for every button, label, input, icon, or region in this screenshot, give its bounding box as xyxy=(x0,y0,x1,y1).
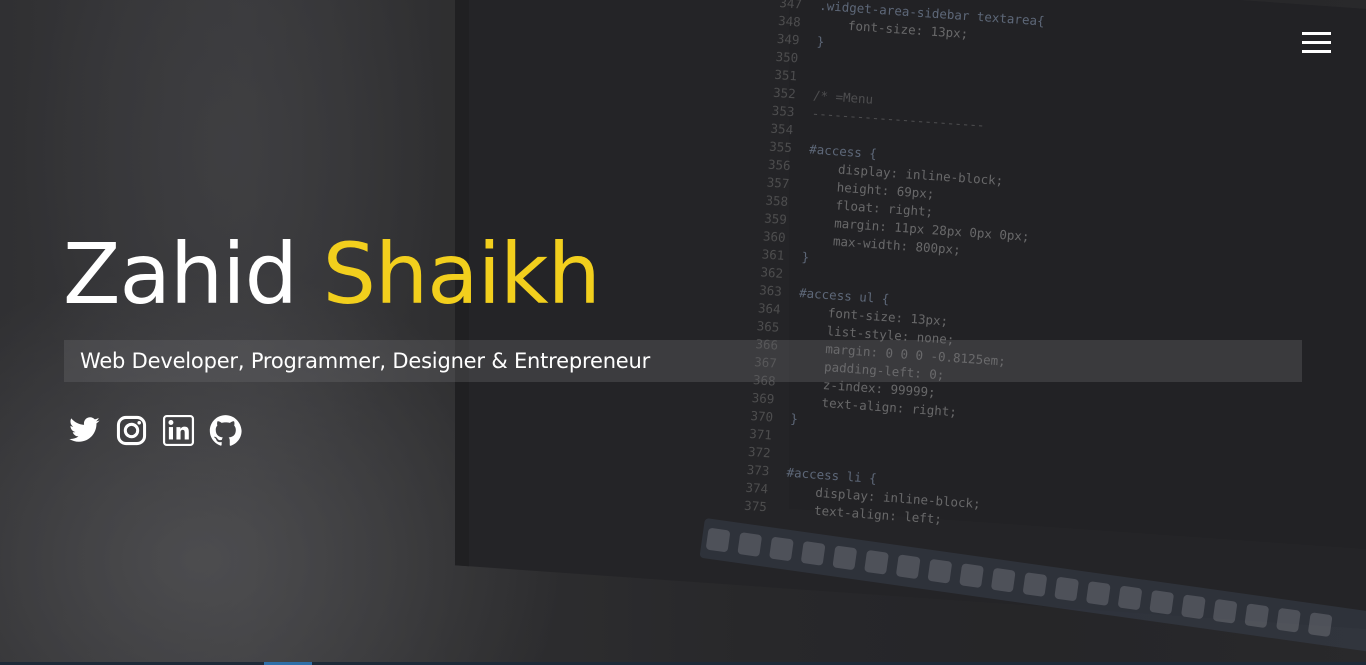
dark-overlay xyxy=(0,0,1366,665)
github-icon[interactable] xyxy=(209,414,242,447)
tagline-bar: Web Developer, Programmer, Designer & En… xyxy=(64,340,1302,382)
first-name: Zahid xyxy=(63,225,298,323)
instagram-icon[interactable] xyxy=(115,414,148,447)
hamburger-menu-icon[interactable] xyxy=(1302,32,1332,54)
twitter-icon[interactable] xyxy=(68,414,101,447)
tagline: Web Developer, Programmer, Designer & En… xyxy=(80,349,651,373)
linkedin-icon[interactable] xyxy=(162,414,195,447)
last-name: Shaikh xyxy=(322,225,601,323)
page-title: Zahid Shaikh xyxy=(63,222,601,326)
social-links xyxy=(68,414,242,447)
hero-section: 347 .widget-area-sidebar textarea{348 fon… xyxy=(0,0,1366,665)
